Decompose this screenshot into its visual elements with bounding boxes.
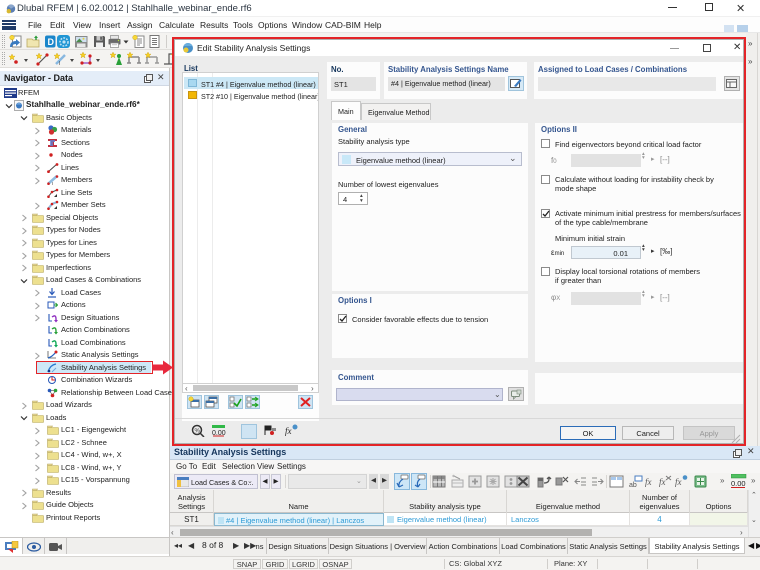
svg-text:I: I: [59, 61, 60, 67]
svg-text:D: D: [48, 37, 55, 47]
svg-text:fx: fx: [285, 426, 292, 436]
svg-text:ab: ab: [629, 482, 637, 489]
svg-text:fx: fx: [659, 477, 666, 487]
svg-text:I: I: [52, 181, 53, 185]
svg-text:0.00: 0.00: [731, 479, 746, 488]
svg-text:%: %: [195, 429, 201, 435]
svg-text:fx: fx: [675, 477, 682, 487]
svg-text:fx: fx: [645, 477, 652, 487]
